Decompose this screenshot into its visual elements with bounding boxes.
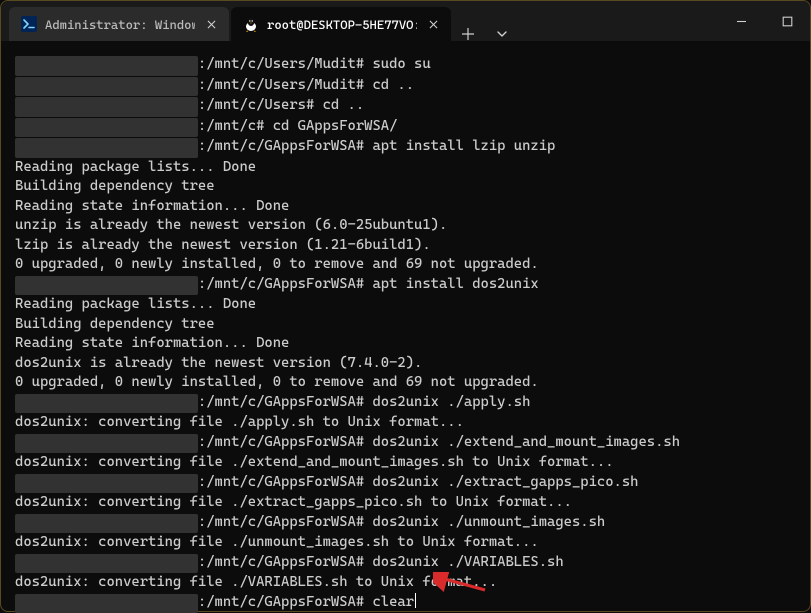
prompt: :/mnt/c/Users#	[198, 97, 323, 113]
terminal-line: :/mnt/c/Users/Mudit# sudo su	[15, 55, 796, 76]
command-text: dos2unix ./extract_gapps_pico.sh	[372, 474, 638, 490]
terminal-line: :/mnt/c/GAppsForWSA# apt install dos2uni…	[15, 275, 796, 296]
redacted-host	[15, 97, 198, 117]
terminal-line: dos2unix: converting file ./extend_and_m…	[15, 453, 796, 473]
terminal-output[interactable]: :/mnt/c/Users/Mudit# sudo su :/mnt/c/Use…	[1, 41, 810, 613]
command-text: dos2unix ./apply.sh	[372, 394, 530, 410]
command-text: dos2unix ./extend_and_mount_images.sh	[372, 434, 680, 450]
titlebar-drag-area[interactable]	[519, 1, 718, 41]
command-text: dos2unix ./VARIABLES.sh	[372, 554, 563, 570]
command-text: apt install lzip unzip	[372, 138, 555, 154]
redacted-host	[15, 77, 198, 97]
terminal-line: :/mnt/c/Users# cd ..	[15, 96, 796, 117]
terminal-line: :/mnt/c/GAppsForWSA# clear	[15, 593, 796, 613]
redacted-host	[15, 276, 198, 296]
terminal-line: 0 upgraded, 0 newly installed, 0 to remo…	[15, 255, 796, 275]
terminal-line: dos2unix is already the newest version (…	[15, 354, 796, 374]
prompt: :/mnt/c#	[198, 118, 273, 134]
terminal-line: Reading state information... Done	[15, 197, 796, 217]
prompt: :/mnt/c/GAppsForWSA#	[198, 394, 373, 410]
titlebar: Administrator: Windows PowerS root@DESKT…	[1, 1, 810, 41]
prompt: :/mnt/c/GAppsForWSA#	[198, 514, 373, 530]
terminal-line: Building dependency tree	[15, 177, 796, 197]
minimize-button[interactable]	[718, 1, 764, 41]
terminal-line: :/mnt/c/GAppsForWSA# dos2unix ./apply.sh	[15, 393, 796, 414]
prompt: :/mnt/c/GAppsForWSA#	[198, 474, 373, 490]
terminal-line: :/mnt/c# cd GAppsForWSA/	[15, 117, 796, 138]
redacted-host	[15, 594, 198, 613]
terminal-line: :/mnt/c/GAppsForWSA# dos2unix ./VARIABLE…	[15, 553, 796, 574]
command-text: cd ..	[323, 97, 365, 113]
redacted-host	[15, 56, 198, 76]
redacted-host	[15, 434, 198, 454]
redacted-host	[15, 138, 198, 158]
redacted-host	[15, 118, 198, 138]
close-icon[interactable]	[203, 16, 219, 32]
prompt: :/mnt/c/Users/Mudit#	[198, 77, 373, 93]
terminal-line: dos2unix: converting file ./extract_gapp…	[15, 493, 796, 513]
prompt: :/mnt/c/GAppsForWSA#	[198, 138, 373, 154]
command-text: sudo su	[372, 56, 430, 72]
terminal-line: lzip is already the newest version (1.21…	[15, 236, 796, 256]
command-text: apt install dos2unix	[372, 276, 538, 292]
command-text: dos2unix ./unmount_images.sh	[372, 514, 605, 530]
terminal-line: unzip is already the newest version (6.0…	[15, 216, 796, 236]
command-text: cd ..	[372, 77, 414, 93]
terminal-line: dos2unix: converting file ./VARIABLES.sh…	[15, 573, 796, 593]
new-tab-button[interactable]	[451, 27, 485, 41]
tab-dropdown[interactable]	[485, 27, 519, 41]
terminal-line: Reading package lists... Done	[15, 158, 796, 178]
terminal-line: Reading state information... Done	[15, 334, 796, 354]
command-text: clear	[372, 594, 414, 610]
terminal-line: Building dependency tree	[15, 315, 796, 335]
redacted-host	[15, 394, 198, 414]
prompt: :/mnt/c/GAppsForWSA#	[198, 276, 373, 292]
terminal-line: :/mnt/c/Users/Mudit# cd ..	[15, 76, 796, 97]
redacted-host	[15, 474, 198, 494]
tab-powershell[interactable]: Administrator: Windows PowerS	[9, 7, 229, 41]
tab-wsl[interactable]: root@DESKTOP-5HE77VO: /mn	[231, 7, 451, 41]
terminal-line: dos2unix: converting file ./apply.sh to …	[15, 413, 796, 433]
tab-label: Administrator: Windows PowerS	[45, 17, 195, 32]
text-cursor	[415, 593, 416, 608]
prompt: :/mnt/c/GAppsForWSA#	[198, 434, 373, 450]
terminal-line: :/mnt/c/GAppsForWSA# dos2unix ./extract_…	[15, 473, 796, 494]
terminal-line: :/mnt/c/GAppsForWSA# apt install lzip un…	[15, 137, 796, 158]
terminal-line: 0 upgraded, 0 newly installed, 0 to remo…	[15, 373, 796, 393]
tab-strip: Administrator: Windows PowerS root@DESKT…	[1, 1, 519, 41]
maximize-button[interactable]	[764, 1, 810, 41]
command-text: cd GAppsForWSA/	[273, 118, 398, 134]
terminal-line: dos2unix: converting file ./unmount_imag…	[15, 533, 796, 553]
prompt: :/mnt/c/GAppsForWSA#	[198, 554, 373, 570]
redacted-host	[15, 554, 198, 574]
terminal-line: :/mnt/c/GAppsForWSA# dos2unix ./unmount_…	[15, 513, 796, 534]
powershell-icon	[21, 16, 37, 32]
prompt: :/mnt/c/GAppsForWSA#	[198, 594, 373, 610]
terminal-line: Reading package lists... Done	[15, 295, 796, 315]
tux-icon	[243, 16, 259, 32]
redacted-host	[15, 514, 198, 534]
prompt: :/mnt/c/Users/Mudit#	[198, 56, 373, 72]
tab-label: root@DESKTOP-5HE77VO: /mn	[267, 17, 417, 32]
terminal-line: :/mnt/c/GAppsForWSA# dos2unix ./extend_a…	[15, 433, 796, 454]
close-icon[interactable]	[425, 16, 441, 32]
